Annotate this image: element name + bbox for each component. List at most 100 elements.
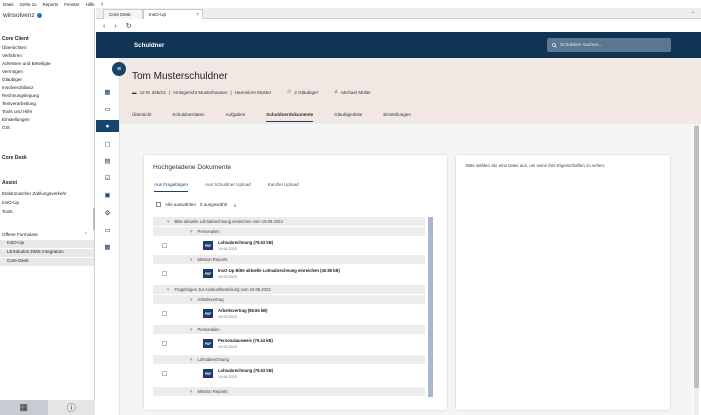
glaeubiger-count[interactable]: 2 Gläubiger: [294, 90, 318, 95]
nav-item-verfahren[interactable]: Verfahren: [2, 53, 22, 58]
documents-content: Hochgeladene Dokumente Aus Fragebögen Au…: [120, 124, 693, 415]
nav-item-insolvenzbilanz[interactable]: Insolvenzbilanz: [2, 85, 33, 90]
tab-kanzlei-upload[interactable]: Kanzlei Upload: [268, 182, 299, 192]
tab-aufgaben[interactable]: Aufgaben: [226, 110, 246, 122]
download-icon[interactable]: ⤓: [234, 202, 236, 207]
menu-fenster[interactable]: Fenster: [64, 2, 79, 7]
chevron-icon: ˅: [190, 389, 193, 394]
nav-item-tools[interactable]: Tools: [2, 209, 13, 214]
tab-core-desk[interactable]: Core Desk: [103, 9, 143, 19]
nav-item-rechnungslegung[interactable]: Rechnungslegung: [2, 93, 39, 98]
nav-item-inso-up[interactable]: InsO-Up: [2, 200, 19, 205]
aktenzeichen: 12 IK 345/23: [139, 89, 166, 95]
calculator-icon[interactable]: ▦: [0, 400, 48, 415]
tab-schuldnerdokumente[interactable]: Schuldnerdokumente: [266, 110, 314, 122]
nav-item-zahlungsverkehr[interactable]: Elektronischer Zahlungsverkehr: [2, 191, 67, 196]
tree-subgroup[interactable]: ˅ Mission Reports: [153, 255, 425, 264]
nav-item-gis[interactable]: GIS: [2, 125, 10, 130]
tree-group[interactable]: ˅ Fragebogen zur Auskunftserteilung vom 1…: [153, 285, 425, 294]
nav-item-adressen[interactable]: Adressen und Beteiligte: [2, 61, 51, 66]
offene-formulare-heading[interactable]: Offene Formulare ⌃: [2, 232, 93, 238]
menu-datei[interactable]: Datei: [3, 2, 14, 7]
row-checkbox[interactable]: [162, 341, 167, 346]
menu-toggle-button[interactable]: ≡: [112, 62, 126, 76]
search-input[interactable]: Schuldner suchen...: [547, 38, 671, 52]
tab-uebersicht[interactable]: Übersicht: [132, 110, 151, 122]
nav-item-einstellungen[interactable]: Einstellungen: [2, 117, 30, 122]
forward-icon[interactable]: ›: [114, 23, 116, 30]
nav-item-glaeubiger[interactable]: Gläubiger: [2, 77, 22, 82]
id-card-icon[interactable]: ▭: [96, 224, 119, 236]
person-icon[interactable]: ●: [96, 120, 119, 132]
open-form-lexolution[interactable]: LEXolution.DMS Integration: [0, 249, 94, 257]
menu-help-question[interactable]: ?: [101, 2, 104, 7]
info-icon[interactable]: ⓘ: [47, 400, 95, 415]
core-desk-heading[interactable]: Core Desk: [2, 155, 27, 161]
menu-gehe-zu[interactable]: Gehe zu: [20, 2, 37, 7]
document-name: Lohnabrechnung (78.63 kB): [218, 368, 274, 373]
open-form-inso-up[interactable]: InsO-Up: [0, 240, 94, 248]
tree-group[interactable]: ˅ Bitte aktuelle Lohnabrechnung einreiche…: [153, 217, 425, 226]
document-row[interactable]: PDF InsO-Up Bitte aktuelle Lohnabrechnun…: [153, 265, 425, 282]
chevron-down-icon[interactable]: ⌄: [691, 9, 695, 15]
row-checkbox[interactable]: [162, 243, 167, 248]
tab-inso-up[interactable]: InsO-Up ×: [143, 9, 203, 19]
tab-aus-schuldner-upload[interactable]: Aus Schuldner Upload: [205, 182, 251, 192]
pdf-icon: PDF: [203, 309, 213, 318]
select-all-checkbox[interactable]: [156, 202, 161, 207]
document-row[interactable]: PDF Lohnabrechnung (78.63 kB) 19.06.2023: [153, 365, 425, 382]
row-checkbox[interactable]: [162, 371, 167, 376]
main-scrollbar[interactable]: [694, 124, 699, 415]
table-icon[interactable]: ▦: [96, 241, 119, 253]
tab-aus-frageboegen[interactable]: Aus Fragebögen: [154, 182, 188, 192]
left-navigation-panel: winsolvenz Core Client Übersichten Verfa…: [0, 8, 95, 415]
tab-einstellungen[interactable]: Einstellungen: [383, 110, 411, 122]
tree-subgroup[interactable]: ˅ Personalien: [153, 227, 425, 236]
tree-subgroup[interactable]: ˅ Arbeitsvertrag: [153, 295, 425, 304]
nav-item-textverarbeitung[interactable]: Textverarbeitung: [2, 101, 36, 106]
subgroup-label: Arbeitsvertrag: [197, 297, 224, 302]
document-name: Arbeitsvertrag (88.65 kB): [218, 308, 268, 313]
document-icon[interactable]: ▤: [96, 155, 119, 167]
close-icon[interactable]: ×: [196, 12, 199, 18]
subgroup-label: Mission Reports: [197, 389, 228, 394]
verwalter: Hannelore Muster: [234, 89, 272, 95]
nav-item-tools-hilfe[interactable]: Tools und Hilfe: [2, 109, 32, 114]
dashboard-icon[interactable]: ▦: [96, 86, 119, 98]
page-title: Schuldner: [134, 42, 165, 49]
calendar-icon[interactable]: ▣: [96, 189, 119, 201]
document-row[interactable]: PDF Arbeitsvertrag (88.65 kB) 19.06.2023: [153, 305, 425, 322]
subgroup-label: Personalien: [197, 229, 220, 234]
bearbeiter: Michael Müller: [341, 89, 371, 95]
open-form-core-desk[interactable]: Core Desk: [0, 258, 94, 266]
menu-reports[interactable]: Reports: [43, 2, 59, 7]
nav-item-uebersichten[interactable]: Übersichten: [2, 45, 27, 50]
left-panel-scrollbar[interactable]: [93, 208, 95, 230]
chat-icon[interactable]: ▢: [96, 138, 119, 150]
row-checkbox[interactable]: [162, 271, 167, 276]
document-row[interactable]: PDF Lohnabrechnung (78.63 kB) 19.06.2023: [153, 237, 425, 254]
back-icon[interactable]: ‹: [103, 23, 105, 30]
reload-icon[interactable]: ↻: [126, 23, 132, 30]
document-row[interactable]: PDF Personalausweis (79.44 kB) 19.06.202…: [153, 335, 425, 352]
gear-icon[interactable]: ⚙: [96, 207, 119, 219]
tree-subgroup[interactable]: ˅ Mission Reports: [153, 387, 425, 396]
selected-count: 0 ausgewählt: [199, 202, 227, 207]
chevron-icon: ˅: [190, 229, 193, 234]
checklist-icon[interactable]: ☑: [96, 172, 119, 184]
folder-icon[interactable]: ▭: [96, 103, 119, 115]
menu-hilfe[interactable]: Hilfe: [86, 2, 95, 7]
row-checkbox[interactable]: [162, 311, 167, 316]
tree-scrollbar[interactable]: [428, 217, 433, 397]
nav-item-vermoegen[interactable]: Vermögen: [2, 69, 23, 74]
tree-subgroup[interactable]: ˅ Lohnabrechnung: [153, 355, 425, 364]
left-bottom-bar: ▦ ⓘ: [0, 400, 95, 415]
tree-subgroup[interactable]: ˅ Personalien: [153, 325, 425, 334]
tab-glaeubigerliste[interactable]: Gläubigerliste: [334, 110, 362, 122]
group-label: Bitte aktuelle Lohnabrechnung einreichen…: [174, 219, 283, 224]
briefcase-icon: ▬: [132, 89, 137, 95]
main-scrollbar-thumb[interactable]: [694, 126, 699, 388]
tab-schuldnerdaten[interactable]: Schuldnerdaten: [172, 110, 204, 122]
debtor-meta: ▬ 12 IK 345/23 | Amtsgericht Musterhause…: [132, 89, 371, 95]
empty-selection-hint: Bitte wählen Sie eine Datei aus, um sein…: [466, 163, 606, 168]
